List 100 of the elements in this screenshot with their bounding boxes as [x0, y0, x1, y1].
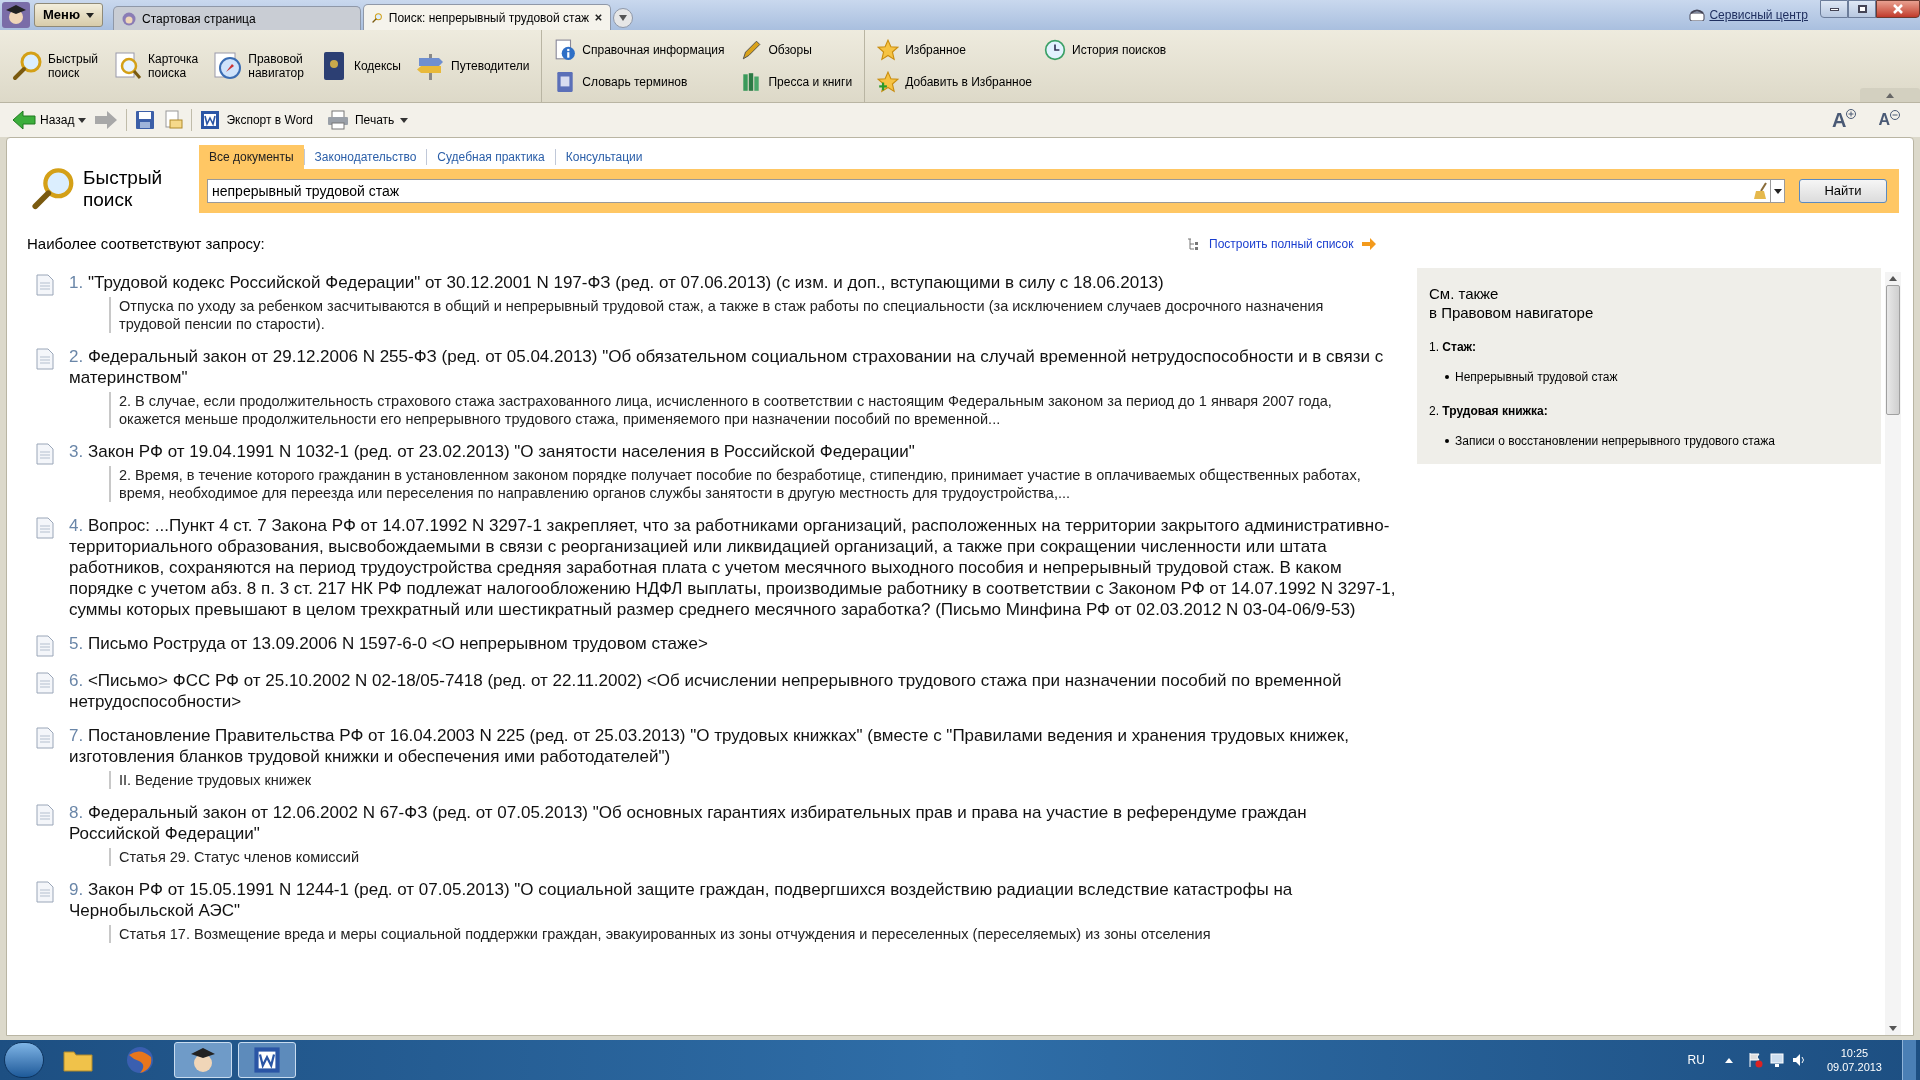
speaker-icon[interactable]	[1790, 1052, 1807, 1068]
close-icon[interactable]	[595, 13, 602, 22]
telephone-icon	[1689, 9, 1706, 21]
star-icon	[877, 39, 900, 61]
ribbon-button[interactable]: Обзоры	[740, 37, 853, 63]
search-tab[interactable]: Консультации	[554, 149, 653, 165]
decrease-font-button[interactable]: A	[1878, 110, 1900, 130]
info-document-icon	[554, 39, 577, 61]
document-tab[interactable]: Поиск: непрерывный трудовой стаж	[363, 4, 611, 30]
minus-icon	[1890, 110, 1900, 120]
group-heading: 2. Трудовая книжка:	[1429, 402, 1549, 420]
document-icon	[35, 273, 55, 296]
professor-logo-icon	[2, 2, 30, 28]
result-snippet: II. Ведение трудовых книжек	[109, 770, 1373, 789]
result-title[interactable]: 5. Письмо Роструда от 13.09.2006 N 1597-6-0 <О непрерывном трудовом стаже>	[69, 632, 1397, 654]
ribbon-button[interactable]: Избранное	[877, 37, 1033, 63]
ribbon-button[interactable]: Добавить в Избранное	[877, 69, 1033, 95]
navigator-link[interactable]: Записи о восстановлении непрерывного трудового стажа	[1455, 431, 1775, 450]
dropdown-button[interactable]	[1770, 180, 1784, 202]
search-tab[interactable]: Судебная практика	[426, 149, 555, 165]
search-field[interactable]: непрерывный трудовой стаж	[207, 179, 1785, 203]
tab-label: Поиск: непрерывный трудовой стаж	[388, 9, 590, 27]
group-heading: 1. Стаж:	[1429, 338, 1478, 356]
close-icon	[1893, 4, 1903, 14]
ribbon-button[interactable]: История поисков	[1044, 37, 1167, 63]
result-title[interactable]: 9. Закон РФ от 15.05.1991 N 1244-1 (ред. от 07.05.2013) "О социальной защите граждан, подвергшихся воздействию радиации вследствие катастрофы на Чернобыльской АЭС"	[69, 878, 1397, 921]
start-button[interactable]	[4, 1042, 44, 1078]
ribbon-button[interactable]: Правовой навигатор	[212, 50, 304, 82]
tree-list-icon	[1187, 238, 1199, 251]
caret-icon	[619, 15, 627, 21]
scrollbar[interactable]	[1885, 271, 1901, 1035]
flag-icon[interactable]	[1746, 1052, 1763, 1068]
find-button[interactable]: Найти	[1799, 179, 1887, 203]
left-arrow-icon	[12, 110, 36, 130]
language-indicator[interactable]: RU	[1687, 1051, 1705, 1069]
globe-icon	[125, 1045, 155, 1075]
increase-font-button[interactable]: A	[1832, 109, 1857, 131]
star-add-icon	[877, 71, 900, 93]
close-button[interactable]	[1876, 0, 1920, 18]
result-title[interactable]: 1. "Трудовой кодекс Российской Федерации" от 30.12.2001 N 197-ФЗ (ред. от 07.06.2013) (с изм. и доп., вступающими в силу с 18.06.2013)	[69, 271, 1397, 293]
ribbon-button[interactable]: Кодексы	[317, 50, 401, 82]
navigator-link[interactable]: Непрерывный трудовой стаж	[1455, 367, 1618, 386]
ribbon-button[interactable]: Справочная информация	[554, 37, 725, 63]
quick-search-title: Быстрый поиск	[83, 167, 164, 211]
document-icon	[35, 880, 55, 903]
result-snippet: 2. В случае, если продолжительность страхового стажа застрахованного лица, исчисленного в соответствии с настоящим Федеральным законом за период до 1 января 2007 года, окажется меньше продолжительности его непрерывного трудового стажа, применяемого при назначении пособий по временной...	[109, 391, 1373, 428]
card-magnifier-icon	[112, 50, 144, 82]
app-taskbar-icon[interactable]	[174, 1042, 232, 1078]
result-title[interactable]: 4. Вопрос: ...Пункт 4 ст. 7 Закона РФ от 14.07.1992 N 3297-1 закрепляет, что за работниками организаций, расположенных на территории закрытого административно-территориального образования, высвобождаемыми в связи с реорганизацией или ликвидацией организаций, а также при сокращении численности или штата работников, сохраняются на период трудоустройства средняя заработная плата с учетом месячного выходного пособия и непрерывный трудовой стаж. В каком порядке с учетом абз. 8 п. 3 ст. 217 НК РФ подлежат налогообложению НДФЛ выплаты, производимые работнику в соответствии с Законом РФ от 14.07.1992 N 3297-1, суммы которых превышают в целом трехкратный или шестикратный размер среднего месячного заработка? (Письмо Минфина РФ от 02.03.2012 N 03-04-06/9-53)	[69, 514, 1397, 620]
back-button[interactable]: Назад	[12, 110, 87, 130]
menu-button[interactable]: Меню	[34, 3, 103, 27]
document-icon	[35, 803, 55, 826]
ribbon-button[interactable]: Путеводители	[415, 50, 530, 82]
result-title[interactable]: 3. Закон РФ от 19.04.1991 N 1032-1 (ред. от 23.02.2013) "О занятости населения в Российской Федерации"	[69, 440, 1397, 462]
minimize-button[interactable]	[1820, 0, 1848, 18]
caret-up-icon[interactable]	[1724, 1057, 1733, 1063]
ribbon-button[interactable]: Пресса и книги	[740, 69, 853, 95]
folder-icon	[63, 1048, 93, 1072]
clock-icon	[1044, 39, 1067, 61]
professor-icon	[189, 1045, 217, 1075]
document-icon	[35, 347, 55, 370]
right-arrow-icon	[1361, 238, 1378, 251]
word-document-icon	[200, 110, 221, 130]
caret-up-icon	[1886, 92, 1894, 98]
result-snippet: 2. Время, в течение которого гражданин в установленном законом порядке получает пособие по безработице, стипендию, принимает участие в оплачиваемых общественных работах, время, необходимое для переезда или переселения по направлению органов службы занятости в другую местность для трудоустройства,...	[109, 465, 1373, 502]
caret-icon	[86, 12, 94, 18]
document-tab[interactable]: Стартовая страница	[113, 6, 361, 30]
clock[interactable]: 10:25 09.07.2013	[1826, 1046, 1882, 1074]
magnifier-icon	[12, 50, 44, 82]
see-also-title: См. также	[1429, 283, 1500, 303]
broom-icon[interactable]	[1752, 182, 1770, 200]
result-snippet: Статья 17. Возмещение вреда и меры социальной поддержки граждан, эвакуированных из зоны отчуждения и переселенных (переселяемых) из зоны отселения	[109, 924, 1373, 943]
result-title[interactable]: 6. <Письмо> ФСС РФ от 25.10.2002 N 02-18/05-7418 (ред. от 22.11.2002) <Об исчислении непрерывного трудового стажа при назначении пособий по временной нетрудоспособности>	[69, 669, 1397, 712]
result-title[interactable]: 7. Постановление Правительства РФ от 16.04.2003 N 225 (ред. от 25.03.2013) "О трудовых книжках" (вместе с "Правилами ведения и хранения трудовых книжек, изготовления бланков трудовой книжки и обеспечения ими работодателей")	[69, 724, 1397, 767]
search-tab[interactable]: Законодательство	[303, 149, 427, 165]
ribbon-button[interactable]: Быстрый поиск	[12, 50, 98, 82]
full-list-link[interactable]: Построить полный список	[1209, 235, 1354, 254]
document-icon	[35, 726, 55, 749]
pen-icon	[740, 39, 763, 61]
collapse-ribbon-button[interactable]	[1860, 88, 1920, 102]
export-word-button[interactable]: Экспорт в Word	[200, 110, 313, 130]
ribbon-button[interactable]: Карточка поиска	[112, 50, 199, 82]
result-title[interactable]: 8. Федеральный закон от 12.06.2002 N 67-ФЗ (ред. от 07.05.2013) "Об основных гарантиях избирательных прав и права на участие в референдуме граждан Российской Федерации"	[69, 801, 1397, 844]
scroll-up-icon[interactable]	[1889, 275, 1897, 281]
search-tab[interactable]: Все документы	[199, 145, 304, 169]
document-icon	[35, 442, 55, 465]
save-icon[interactable]	[135, 110, 156, 130]
scroll-down-icon[interactable]	[1889, 1026, 1897, 1031]
document-icon	[35, 634, 55, 657]
network-icon[interactable]	[1768, 1052, 1785, 1068]
print-button[interactable]: Печать	[327, 110, 409, 130]
result-title[interactable]: 2. Федеральный закон от 29.12.2006 N 255-ФЗ (ред. от 05.04.2013) "Об обязательном социальном страховании на случай временной нетрудоспособности и в связи с материнством"	[69, 345, 1397, 388]
tab-list-dropdown[interactable]	[613, 8, 633, 28]
result-snippet: Статья 29. Статус членов комиссий	[109, 847, 1373, 866]
restore-button[interactable]	[1848, 0, 1876, 18]
scroll-thumb[interactable]	[1886, 284, 1900, 415]
ribbon-button[interactable]: Словарь терминов	[554, 69, 725, 95]
word-document-icon	[253, 1046, 281, 1074]
word-taskbar-icon[interactable]	[238, 1042, 296, 1078]
service-center-link[interactable]: Сервисный центр	[1709, 6, 1808, 24]
